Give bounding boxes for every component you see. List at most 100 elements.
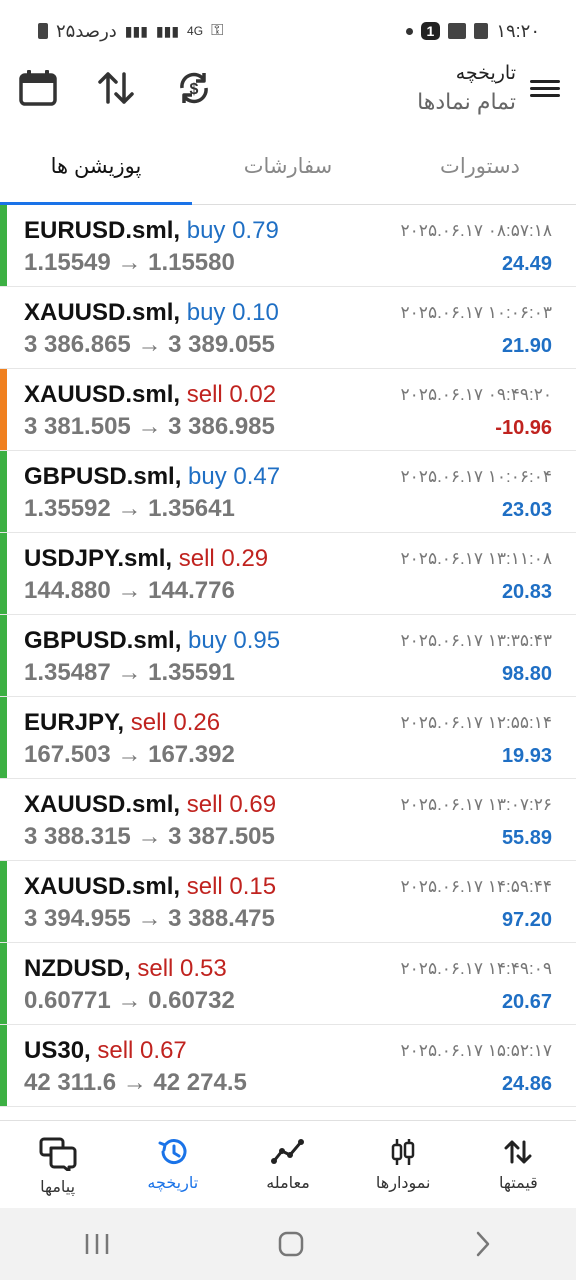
position-symbol: USDJPY.sml,	[24, 545, 173, 572]
network-type: 4G	[187, 24, 204, 38]
position-profit: 55.89	[501, 827, 552, 849]
position-prices: 1.15549 → 1.15580	[24, 249, 235, 276]
status-left: ۲۵درصد ▮▮▮ ▮▮▮ 4G ⚿	[38, 21, 223, 42]
quotes-icon	[504, 1140, 532, 1164]
position-side-volume: buy 0.95	[188, 627, 281, 654]
position-symbol: XAUUSD.sml,	[24, 873, 181, 900]
bottom-nav: قیمتها نمودارها معامله تاریخچه پیامها	[0, 1120, 576, 1209]
refresh-balance-button[interactable]: $	[174, 68, 218, 112]
calendar-icon	[19, 70, 57, 106]
position-profit: -10.96	[495, 417, 552, 439]
position-row[interactable]: GBPUSD.sml, buy 0.95 1.35487 → 1.35591 ۲۰۲…	[0, 615, 576, 697]
position-side-volume: buy 0.47	[188, 463, 281, 490]
refresh-dollar-icon: $	[180, 72, 208, 104]
position-time: ۲۰۲۵.۰۶.۱۷ ۱۳:۳۵:۴۳	[400, 631, 552, 650]
nav-quotes[interactable]: قیمتها	[461, 1121, 576, 1209]
tab-deals[interactable]: دستورات	[384, 136, 576, 204]
page-title: تاریخچه	[455, 63, 516, 84]
position-header: XAUUSD.sml, buy 0.10	[24, 299, 279, 327]
calendar-button[interactable]	[18, 68, 62, 112]
gallery-icon	[448, 23, 467, 39]
position-prices: 144.880 → 144.776	[24, 577, 235, 604]
position-prices: 1.35487 → 1.35591	[24, 659, 235, 686]
position-status-stripe	[0, 205, 7, 286]
nav-charts-label: نمودارها	[375, 1175, 431, 1192]
home-icon[interactable]	[277, 1230, 305, 1258]
position-symbol: GBPUSD.sml,	[24, 627, 182, 654]
svg-text:$: $	[190, 81, 199, 98]
position-prices: 1.35592 → 1.35641	[24, 495, 235, 522]
position-side-volume: sell 0.67	[97, 1037, 187, 1064]
nav-messages[interactable]: پیامها	[0, 1121, 115, 1209]
position-row[interactable]: NZDUSD, sell 0.53 0.60771 → 0.60732 ۲۰۲۵.۰…	[0, 943, 576, 1025]
position-status-stripe	[0, 1025, 7, 1106]
tab-bar: دستورات سفارشات پوزیشن ها	[0, 136, 576, 205]
sim-icon	[474, 23, 489, 39]
position-header: USDJPY.sml, sell 0.29	[24, 545, 268, 573]
menu-bar-icon	[530, 87, 560, 90]
position-status-stripe	[0, 287, 7, 368]
position-symbol: XAUUSD.sml,	[24, 791, 181, 818]
position-time: ۲۰۲۵.۰۶.۱۷ ۱۴:۵۹:۴۴	[400, 877, 552, 896]
back-icon[interactable]	[470, 1230, 494, 1258]
position-prices: 0.60771 → 0.60732	[24, 987, 235, 1014]
sort-arrows-icon	[98, 72, 134, 104]
position-status-stripe	[0, 861, 7, 942]
position-side-volume: buy 0.79	[186, 217, 279, 244]
position-time: ۲۰۲۵.۰۶.۱۷ ۰۹:۴۹:۲۰	[400, 385, 552, 404]
position-row[interactable]: XAUUSD.sml, sell 0.15 3 394.955 → 3 388.4…	[0, 861, 576, 943]
position-prices: 3 386.865 → 3 389.055	[24, 331, 275, 358]
menu-button[interactable]	[530, 76, 560, 102]
position-row[interactable]: XAUUSD.sml, sell 0.02 3 381.505 → 3 386.9…	[0, 369, 576, 451]
position-time: ۲۰۲۵.۰۶.۱۷ ۱۲:۵۵:۱۴	[400, 713, 552, 732]
position-time: ۲۰۲۵.۰۶.۱۷ ۱۳:۰۷:۲۶	[400, 795, 552, 814]
position-header: EURJPY, sell 0.26	[24, 709, 220, 737]
position-header: GBPUSD.sml, buy 0.95	[24, 627, 280, 655]
position-time: ۲۰۲۵.۰۶.۱۷ ۱۰:۰۶:۰۳	[400, 303, 552, 322]
position-row[interactable]: GBPUSD.sml, buy 0.47 1.35592 → 1.35641 ۲۰۲…	[0, 451, 576, 533]
nav-quotes-label: قیمتها	[498, 1175, 538, 1192]
position-status-stripe	[0, 451, 7, 532]
nav-trade[interactable]: معامله	[230, 1121, 345, 1209]
position-row[interactable]: USDJPY.sml, sell 0.29 144.880 → 144.776 ۲۰…	[0, 533, 576, 615]
title-block[interactable]: تاریخچه تمام نمادها	[417, 62, 516, 115]
system-navigation-bar	[0, 1208, 576, 1280]
status-bar: ۲۵درصد ▮▮▮ ▮▮▮ 4G ⚿ 1 ۱۹:۲۰	[0, 0, 576, 62]
position-status-stripe	[0, 943, 7, 1024]
nav-charts[interactable]: نمودارها	[346, 1121, 461, 1209]
position-header: XAUUSD.sml, sell 0.02	[24, 381, 276, 409]
signal-icon: ▮▮▮	[124, 22, 148, 39]
position-time: ۲۰۲۵.۰۶.۱۷ ۱۵:۵۲:۱۷	[400, 1041, 552, 1060]
charts-icon	[391, 1139, 415, 1165]
tab-positions[interactable]: پوزیشن ها	[0, 136, 192, 205]
recent-apps-icon[interactable]	[82, 1231, 112, 1257]
position-row[interactable]: XAUUSD.sml, sell 0.69 3 388.315 → 3 387.5…	[0, 779, 576, 861]
position-symbol: XAUUSD.sml,	[24, 299, 181, 326]
position-side-volume: buy 0.10	[186, 299, 279, 326]
position-row[interactable]: US30, sell 0.67 42 311.6 → 42 274.5 ۲۰۲۵.۰…	[0, 1025, 576, 1107]
symbol-filter: تمام نمادها	[417, 89, 516, 114]
position-profit: 23.03	[501, 499, 552, 521]
battery-icon	[38, 23, 48, 39]
position-header: GBPUSD.sml, buy 0.47	[24, 463, 280, 491]
position-side-volume: sell 0.02	[186, 381, 277, 408]
position-status-stripe	[0, 697, 7, 778]
nav-history[interactable]: تاریخچه	[115, 1121, 230, 1209]
messages-icon	[39, 1137, 77, 1171]
position-symbol: XAUUSD.sml,	[24, 381, 181, 408]
position-profit: 97.20	[501, 909, 552, 931]
position-symbol: NZDUSD,	[24, 955, 131, 982]
position-profit: 21.90	[501, 335, 552, 357]
tab-orders[interactable]: سفارشات	[192, 136, 384, 204]
signal-icon-2: ▮▮▮	[155, 22, 180, 39]
position-row[interactable]: XAUUSD.sml, buy 0.10 3 386.865 → 3 389.05…	[0, 287, 576, 369]
position-row[interactable]: EURUSD.sml, buy 0.79 1.15549 → 1.15580 ۲۰۲…	[0, 205, 576, 287]
nav-trade-label: معامله	[266, 1175, 310, 1192]
clock: ۱۹:۲۰	[496, 20, 540, 41]
position-profit: 20.67	[501, 991, 552, 1013]
position-symbol: EURUSD.sml,	[24, 217, 181, 244]
position-symbol: US30,	[24, 1037, 91, 1064]
position-time: ۲۰۲۵.۰۶.۱۷ ۱۰:۰۶:۰۴	[400, 467, 552, 486]
sort-button[interactable]	[96, 68, 140, 112]
position-row[interactable]: EURJPY, sell 0.26 167.503 → 167.392 ۲۰۲۵.۰…	[0, 697, 576, 779]
